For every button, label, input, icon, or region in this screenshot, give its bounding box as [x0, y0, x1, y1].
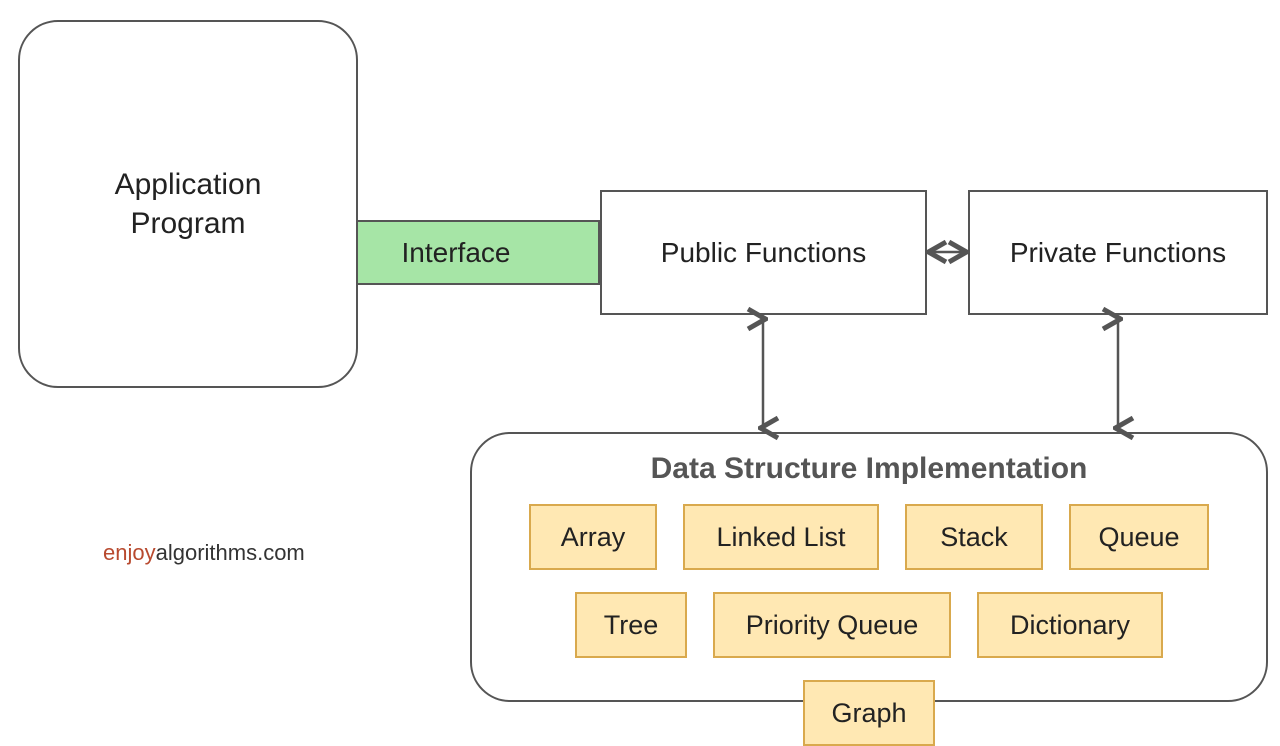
- ds-tree: Tree: [575, 592, 687, 658]
- interface-label: Interface: [402, 237, 511, 269]
- ds-grid: Array Linked List Stack Queue Tree Prior…: [498, 504, 1240, 746]
- credit-brand1: enjoy: [103, 540, 156, 565]
- ds-queue: Queue: [1069, 504, 1209, 570]
- public-functions-label: Public Functions: [661, 237, 866, 269]
- credit-suffix: .com: [257, 540, 305, 565]
- data-structure-impl-box: Data Structure Implementation Array Link…: [470, 432, 1268, 702]
- arrow-public-impl: [751, 315, 775, 432]
- ds-linked-list: Linked List: [683, 504, 879, 570]
- private-functions-label: Private Functions: [1010, 237, 1226, 269]
- credit-brand2: algorithms: [156, 540, 257, 565]
- ds-graph: Graph: [803, 680, 935, 746]
- private-functions-box: Private Functions: [968, 190, 1268, 315]
- application-program-box: Application Program: [18, 20, 358, 388]
- ds-array: Array: [529, 504, 657, 570]
- arrow-private-impl: [1106, 315, 1130, 432]
- ds-priority-queue: Priority Queue: [713, 592, 951, 658]
- application-program-label: Application Program: [115, 165, 262, 243]
- impl-title: Data Structure Implementation: [498, 452, 1240, 486]
- public-functions-box: Public Functions: [600, 190, 927, 315]
- ds-dictionary: Dictionary: [977, 592, 1163, 658]
- ds-stack: Stack: [905, 504, 1043, 570]
- credit-text: enjoyalgorithms.com: [103, 540, 305, 566]
- arrow-public-private: [927, 240, 968, 264]
